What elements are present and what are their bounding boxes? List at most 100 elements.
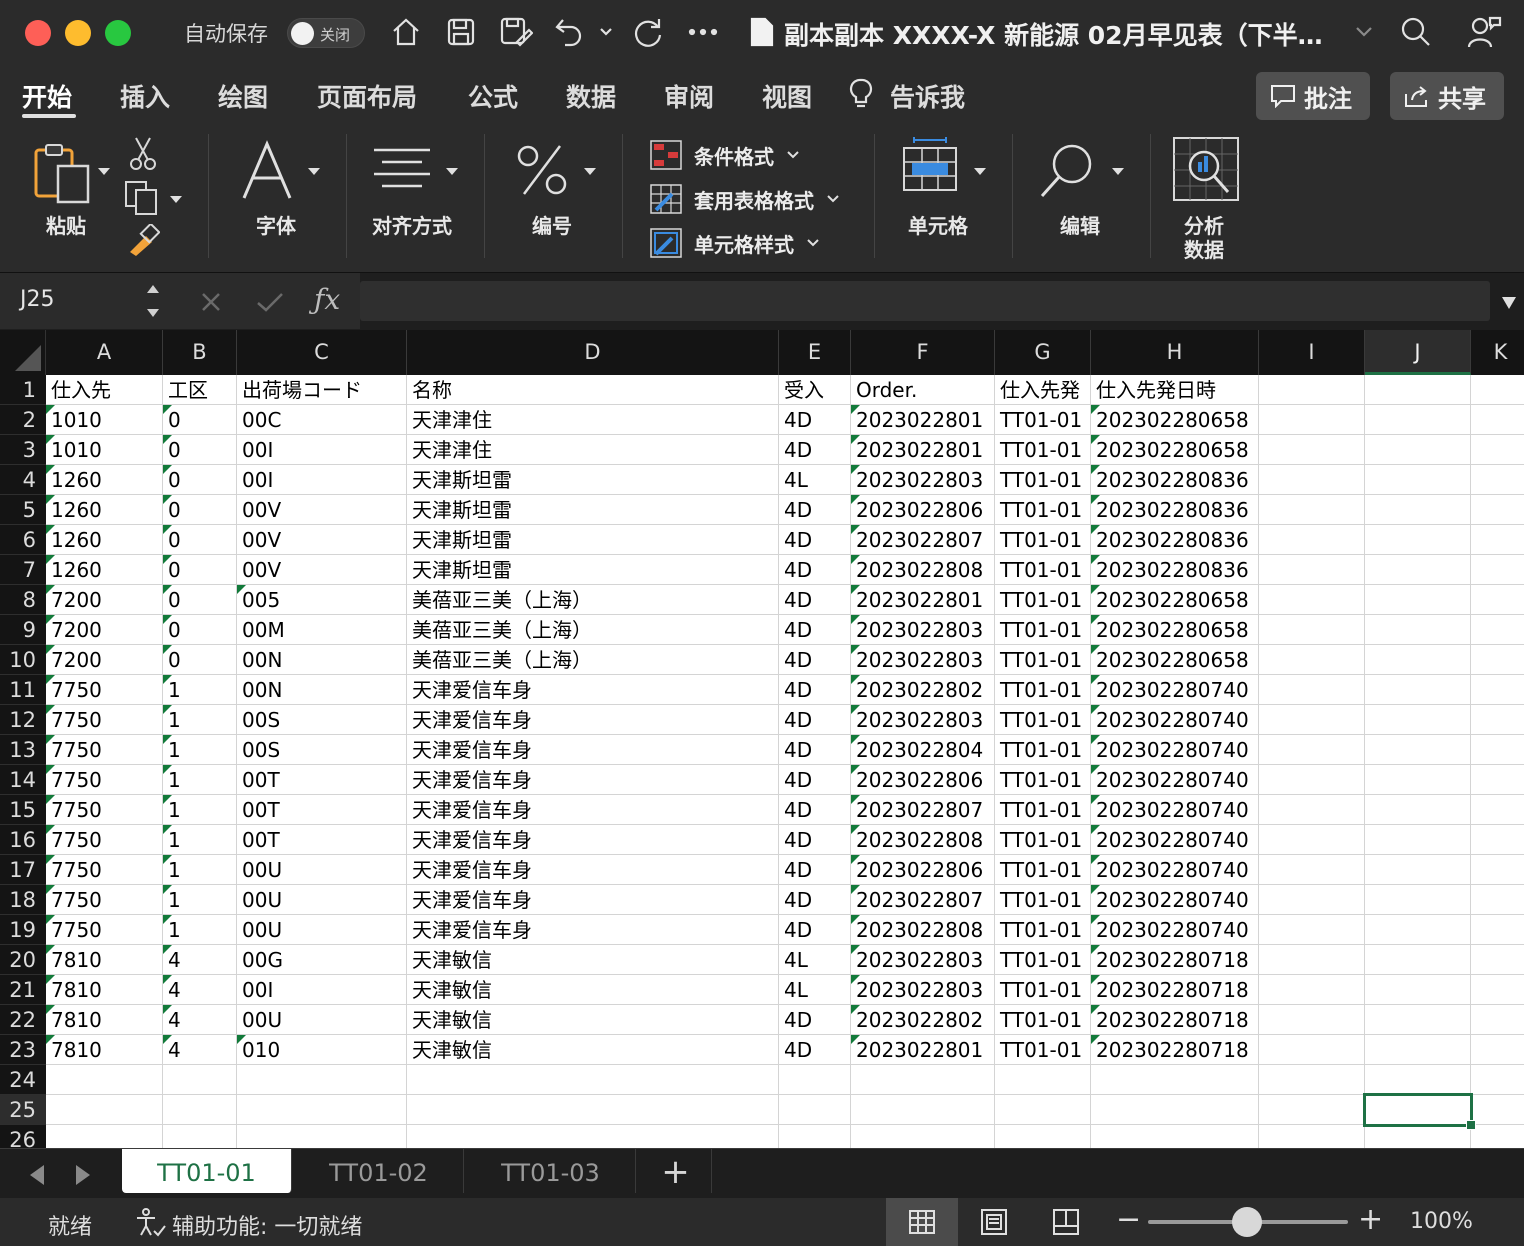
- cell-j8[interactable]: [1365, 585, 1471, 615]
- cell-f7[interactable]: 2023022808: [851, 555, 995, 585]
- cell-g3[interactable]: TT01-01: [995, 435, 1091, 465]
- cell-a17[interactable]: 7750: [46, 855, 163, 885]
- cell-h5[interactable]: 202302280836: [1091, 495, 1259, 525]
- cell-f14[interactable]: 2023022806: [851, 765, 995, 795]
- cell-e19[interactable]: 4D: [779, 915, 851, 945]
- cell-a9[interactable]: 7200: [46, 615, 163, 645]
- cell-c3[interactable]: 00I: [237, 435, 407, 465]
- row-header-12[interactable]: 12: [0, 705, 46, 735]
- cell-h11[interactable]: 202302280740: [1091, 675, 1259, 705]
- active-cell-selection[interactable]: [1363, 1093, 1476, 1130]
- undo-icon[interactable]: [552, 14, 586, 50]
- tab-formulas[interactable]: 公式: [468, 78, 518, 114]
- cell-c21[interactable]: 00I: [237, 975, 407, 1005]
- cell-j24[interactable]: [1365, 1065, 1471, 1095]
- cell-k18[interactable]: [1471, 885, 1524, 915]
- cell-g1[interactable]: 仕入先発: [995, 375, 1091, 405]
- row-header-16[interactable]: 16: [0, 825, 46, 855]
- cell-a6[interactable]: 1260: [46, 525, 163, 555]
- cell-b11[interactable]: 1: [163, 675, 237, 705]
- cell-h22[interactable]: 202302280718: [1091, 1005, 1259, 1035]
- cell-b18[interactable]: 1: [163, 885, 237, 915]
- cell-j4[interactable]: [1365, 465, 1471, 495]
- cell-b8[interactable]: 0: [163, 585, 237, 615]
- cell-d5[interactable]: 天津斯坦雷: [407, 495, 779, 525]
- tab-view[interactable]: 视图: [762, 78, 812, 114]
- cell-k6[interactable]: [1471, 525, 1524, 555]
- cell-k2[interactable]: [1471, 405, 1524, 435]
- cell-h23[interactable]: 202302280718: [1091, 1035, 1259, 1065]
- cell-a4[interactable]: 1260: [46, 465, 163, 495]
- tab-data[interactable]: 数据: [566, 78, 616, 114]
- cell-e25[interactable]: [779, 1095, 851, 1125]
- insert-function-icon[interactable]: ƒx: [314, 283, 340, 316]
- cell-c24[interactable]: [237, 1065, 407, 1095]
- zoom-in-button[interactable]: +: [1358, 1202, 1383, 1237]
- cell-h8[interactable]: 202302280658: [1091, 585, 1259, 615]
- add-sheet-button[interactable]: +: [640, 1149, 712, 1193]
- cell-j23[interactable]: [1365, 1035, 1471, 1065]
- cell-g14[interactable]: TT01-01: [995, 765, 1091, 795]
- confirm-formula-icon[interactable]: [256, 291, 284, 313]
- cell-e26[interactable]: [779, 1125, 851, 1148]
- redo-icon[interactable]: [630, 14, 666, 50]
- cell-d8[interactable]: 美蓓亚三美（上海）: [407, 585, 779, 615]
- cell-h6[interactable]: 202302280836: [1091, 525, 1259, 555]
- cell-d21[interactable]: 天津敏信: [407, 975, 779, 1005]
- cell-k8[interactable]: [1471, 585, 1524, 615]
- cell-f5[interactable]: 2023022806: [851, 495, 995, 525]
- editing-group[interactable]: 编辑: [1014, 124, 1150, 272]
- cell-h24[interactable]: [1091, 1065, 1259, 1095]
- cell-i24[interactable]: [1259, 1065, 1365, 1095]
- cell-k22[interactable]: [1471, 1005, 1524, 1035]
- cut-icon[interactable]: [128, 136, 158, 176]
- cell-f15[interactable]: 2023022807: [851, 795, 995, 825]
- cell-d2[interactable]: 天津津住: [407, 405, 779, 435]
- column-header-j[interactable]: J: [1365, 330, 1471, 375]
- name-box-stepper-icon[interactable]: [144, 281, 162, 321]
- cell-k25[interactable]: [1471, 1095, 1524, 1125]
- cell-k4[interactable]: [1471, 465, 1524, 495]
- cell-d26[interactable]: [407, 1125, 779, 1148]
- cell-f2[interactable]: 2023022801: [851, 405, 995, 435]
- column-header-k[interactable]: K: [1471, 330, 1524, 375]
- column-header-i[interactable]: I: [1259, 330, 1365, 375]
- cell-i18[interactable]: [1259, 885, 1365, 915]
- cell-h20[interactable]: 202302280718: [1091, 945, 1259, 975]
- cell-k10[interactable]: [1471, 645, 1524, 675]
- copy-chevron-icon[interactable]: [170, 196, 182, 203]
- save-icon[interactable]: [443, 14, 479, 50]
- cell-a14[interactable]: 7750: [46, 765, 163, 795]
- cell-h12[interactable]: 202302280740: [1091, 705, 1259, 735]
- cell-h26[interactable]: [1091, 1125, 1259, 1148]
- cell-a8[interactable]: 7200: [46, 585, 163, 615]
- cell-g2[interactable]: TT01-01: [995, 405, 1091, 435]
- conditional-format-button[interactable]: 条件格式: [650, 140, 800, 170]
- cell-h2[interactable]: 202302280658: [1091, 405, 1259, 435]
- cell-j20[interactable]: [1365, 945, 1471, 975]
- spreadsheet-grid[interactable]: ABCDEFGHIJK 1 仕入先 工区 出荷場コード 名称 受入 Order. 仕入先発 仕入…: [0, 330, 1524, 1148]
- cell-k9[interactable]: [1471, 615, 1524, 645]
- page-break-view-button[interactable]: [1030, 1198, 1102, 1246]
- cell-j26[interactable]: [1365, 1125, 1471, 1148]
- cell-d3[interactable]: 天津津住: [407, 435, 779, 465]
- cell-a7[interactable]: 1260: [46, 555, 163, 585]
- cancel-formula-icon[interactable]: [200, 291, 222, 313]
- cell-f16[interactable]: 2023022808: [851, 825, 995, 855]
- zoom-level[interactable]: 100%: [1410, 1209, 1473, 1234]
- cell-g4[interactable]: TT01-01: [995, 465, 1091, 495]
- cell-b9[interactable]: 0: [163, 615, 237, 645]
- cell-g11[interactable]: TT01-01: [995, 675, 1091, 705]
- cell-c7[interactable]: 00V: [237, 555, 407, 585]
- cell-h13[interactable]: 202302280740: [1091, 735, 1259, 765]
- autosave-toggle[interactable]: 关闭: [287, 18, 365, 48]
- cell-e16[interactable]: 4D: [779, 825, 851, 855]
- cell-b19[interactable]: 1: [163, 915, 237, 945]
- row-header-10[interactable]: 10: [0, 645, 46, 675]
- cell-b16[interactable]: 1: [163, 825, 237, 855]
- cell-e12[interactable]: 4D: [779, 705, 851, 735]
- cell-d4[interactable]: 天津斯坦雷: [407, 465, 779, 495]
- row-header-4[interactable]: 4: [0, 465, 46, 495]
- cell-i22[interactable]: [1259, 1005, 1365, 1035]
- cell-g23[interactable]: TT01-01: [995, 1035, 1091, 1065]
